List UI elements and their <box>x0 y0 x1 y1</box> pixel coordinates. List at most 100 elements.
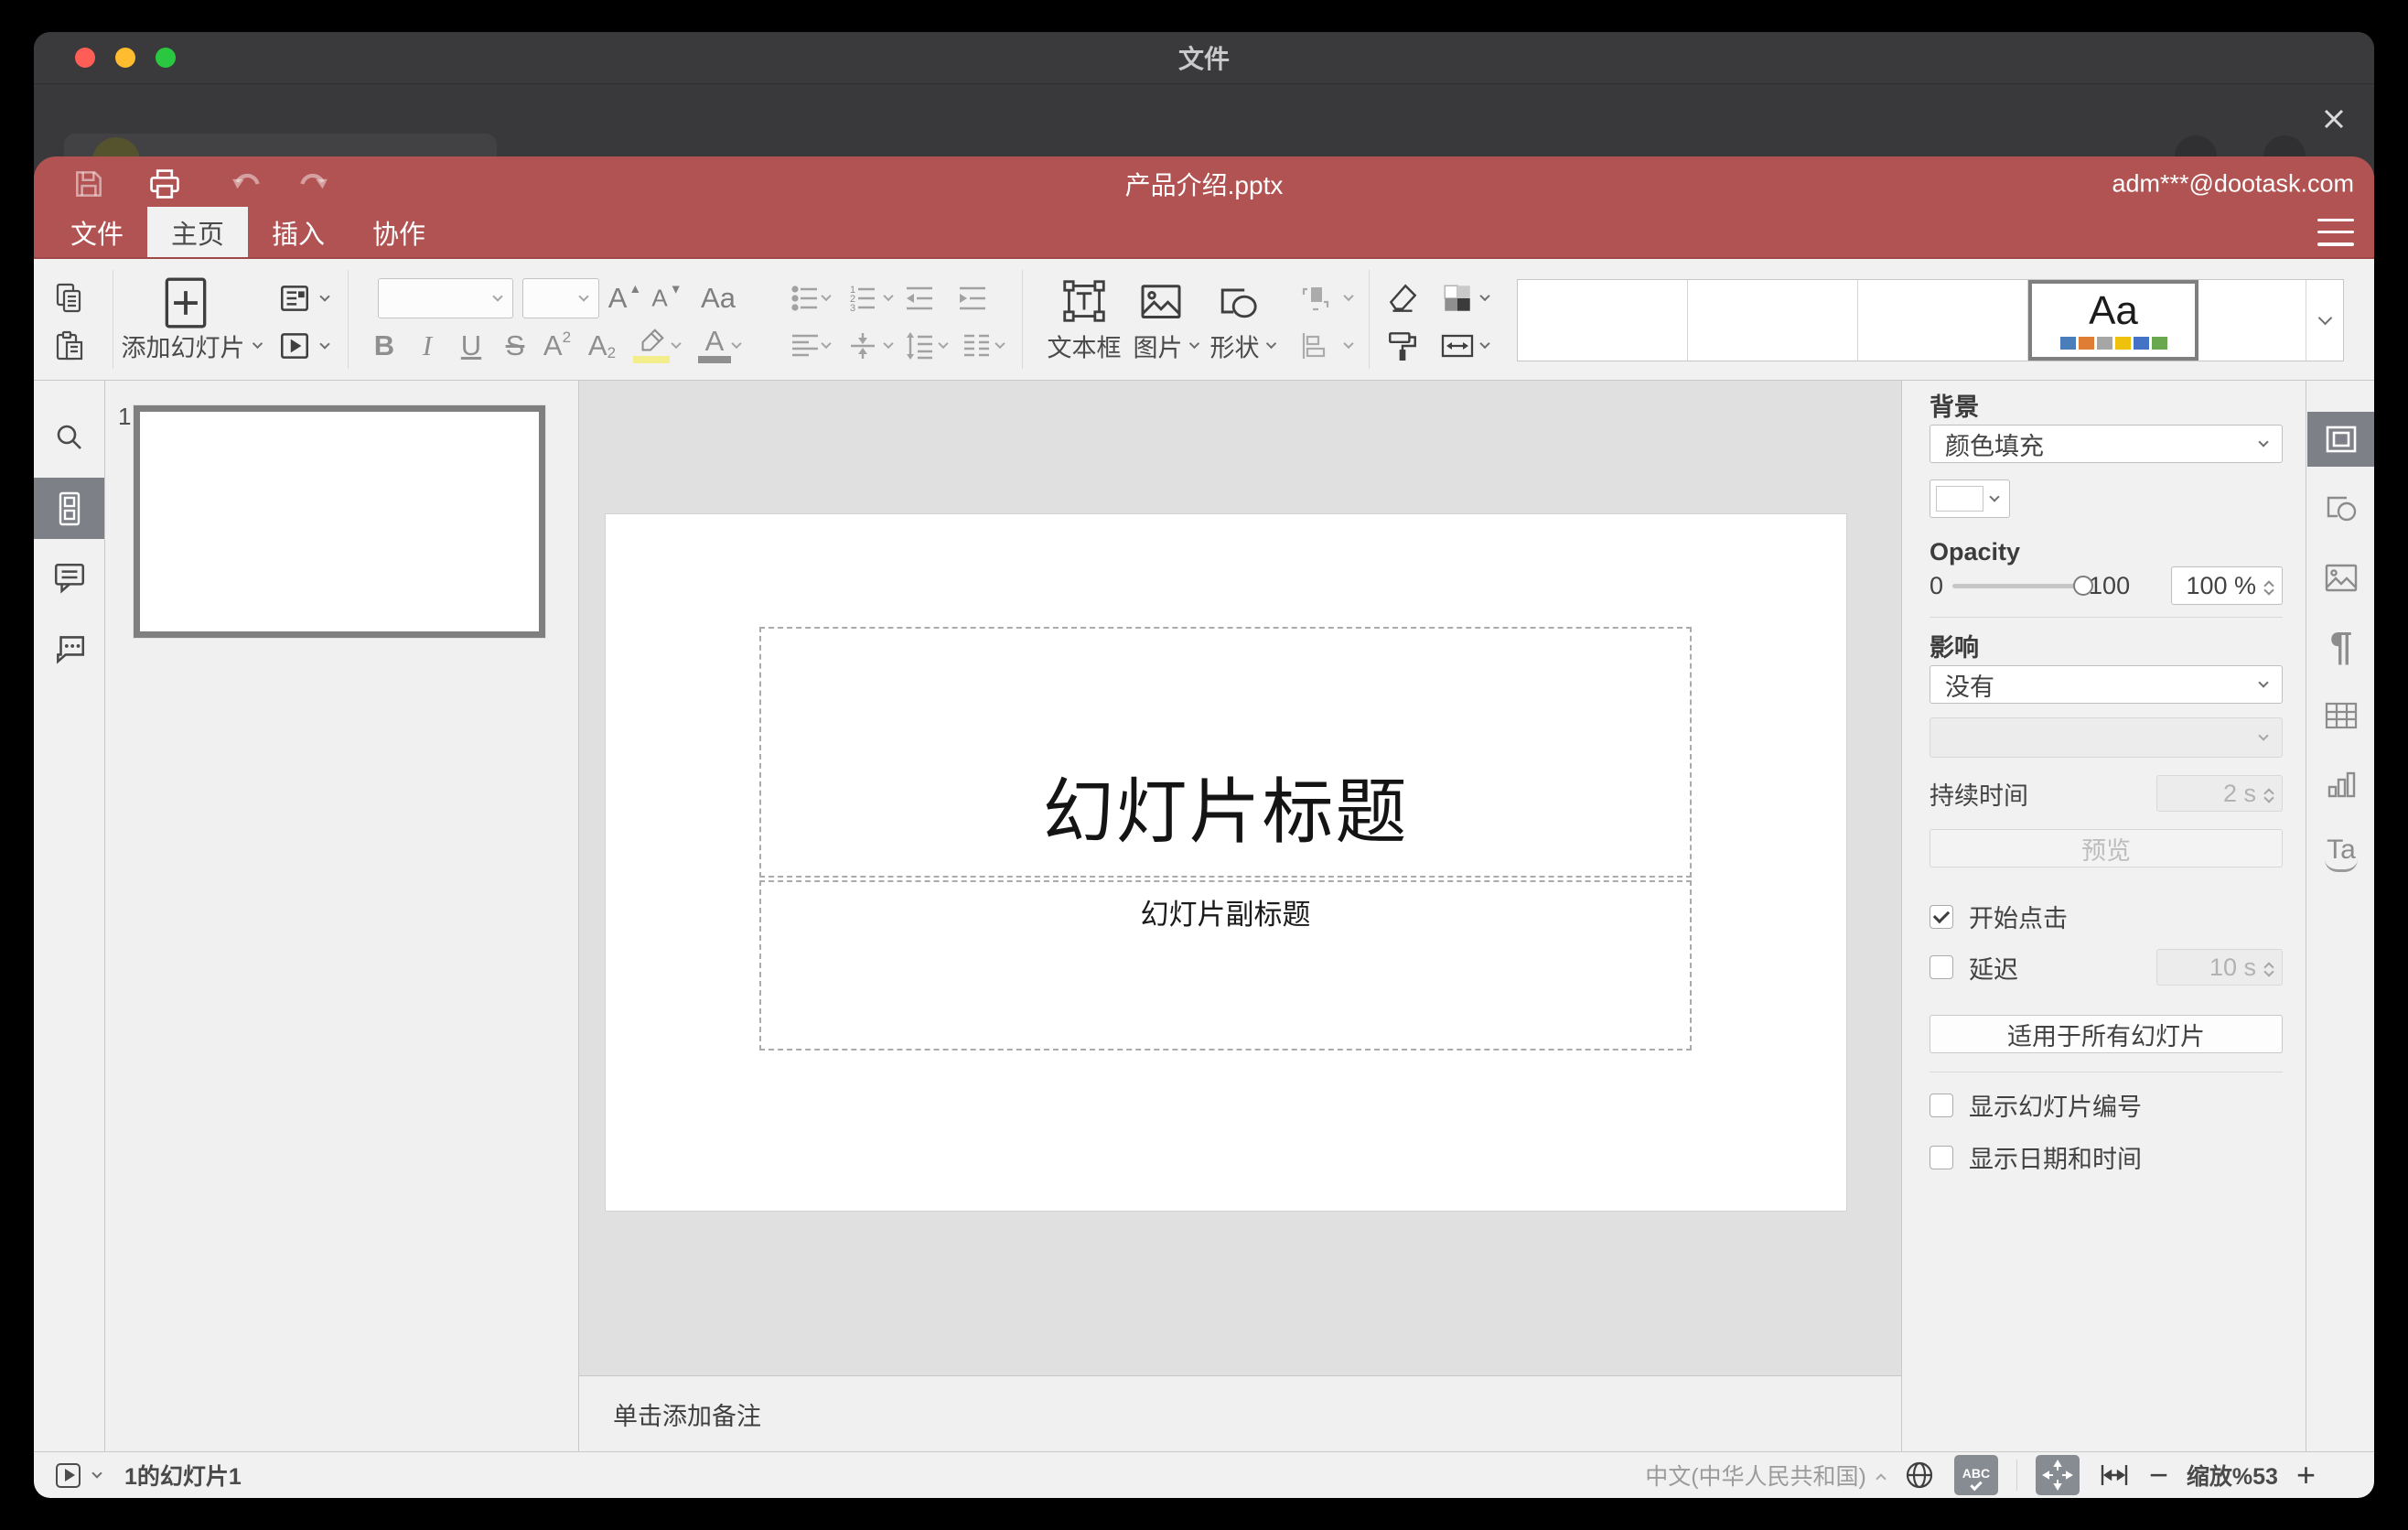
zoom-out-button[interactable]: − <box>2149 1459 2168 1492</box>
theme-option-selected[interactable]: Aa <box>2028 280 2198 361</box>
chevron-down-icon[interactable] <box>91 1467 102 1479</box>
numbered-list-button[interactable]: 123 <box>846 282 879 315</box>
minimize-traffic-light[interactable] <box>115 48 135 68</box>
underline-button[interactable]: U <box>461 329 481 362</box>
image-settings-button[interactable] <box>2307 550 2374 605</box>
slide-layout-button[interactable] <box>277 281 330 316</box>
strikethrough-button[interactable]: S <box>506 329 525 362</box>
spellcheck-button[interactable]: ABC <box>1953 1455 1998 1495</box>
paragraph-settings-button[interactable]: ¶ <box>2307 620 2374 674</box>
bullet-list-button[interactable] <box>789 282 822 315</box>
italic-button[interactable]: I <box>423 329 432 362</box>
horizontal-align-button[interactable] <box>789 329 822 362</box>
copy-button[interactable] <box>53 282 86 315</box>
chart-settings-button[interactable] <box>2307 758 2374 813</box>
highlight-color-menu[interactable] <box>671 338 682 350</box>
vertical-align-menu[interactable] <box>883 338 894 350</box>
sidebar-chat-button[interactable] <box>34 619 104 675</box>
language-selector[interactable]: 中文(中华人民共和国) <box>1645 1459 1887 1492</box>
tab-collaboration[interactable]: 协作 <box>349 207 449 257</box>
show-slide-number-checkbox[interactable] <box>1930 1093 1953 1117</box>
slide-editing-area[interactable]: 幻灯片标题 幻灯片副标题 <box>606 514 1846 1211</box>
add-slide-button[interactable] <box>162 275 210 331</box>
arrange-objects-menu[interactable] <box>1343 290 1354 302</box>
print-button[interactable] <box>143 164 187 204</box>
theme-option[interactable] <box>1858 280 2028 361</box>
title-placeholder[interactable]: 幻灯片标题 <box>759 627 1692 878</box>
font-color-menu[interactable] <box>731 338 742 350</box>
theme-option[interactable] <box>1518 280 1688 361</box>
increase-indent-button[interactable] <box>956 282 989 315</box>
background-color-picker[interactable] <box>1930 479 2010 518</box>
increase-font-button[interactable]: A ▲ <box>608 281 642 315</box>
close-traffic-light[interactable] <box>75 48 95 68</box>
start-slideshow-status-button[interactable] <box>56 1462 81 1488</box>
subscript-button[interactable]: A2 <box>588 329 616 362</box>
insert-shape-button[interactable] <box>1216 279 1260 323</box>
start-slideshow-button[interactable] <box>277 329 330 363</box>
spinner-arrows[interactable] <box>2263 577 2274 596</box>
theme-gallery-expand-button[interactable] <box>2306 280 2343 361</box>
superscript-button[interactable]: A2 <box>543 329 571 362</box>
line-spacing-button[interactable] <box>903 329 936 362</box>
line-spacing-menu[interactable] <box>938 338 949 350</box>
horizontal-align-menu[interactable] <box>821 338 832 350</box>
background-fill-select[interactable]: 颜色填充 <box>1930 425 2283 463</box>
align-objects-button[interactable] <box>1298 329 1331 362</box>
bullet-list-menu[interactable] <box>821 290 832 302</box>
clear-style-button[interactable] <box>1385 281 1420 316</box>
paste-button[interactable] <box>53 329 86 362</box>
shape-label[interactable]: 形状 <box>1210 329 1277 364</box>
transition-effect-select[interactable]: 没有 <box>1930 665 2283 704</box>
bold-button[interactable]: B <box>374 329 394 362</box>
set-language-button[interactable] <box>1903 1459 1936 1492</box>
textbox-label[interactable]: 文本框 <box>1048 329 1122 364</box>
color-scheme-menu[interactable] <box>1479 290 1490 302</box>
slider-thumb-icon[interactable] <box>2073 575 2094 596</box>
sidebar-comments-button[interactable] <box>34 549 104 606</box>
change-case-button[interactable]: Aa <box>701 282 736 315</box>
numbered-list-menu[interactable] <box>883 290 894 302</box>
start-on-click-checkbox[interactable] <box>1930 904 1953 929</box>
insert-image-button[interactable] <box>1138 280 1184 322</box>
apply-to-all-button[interactable]: 适用于所有幻灯片 <box>1930 1015 2283 1053</box>
image-label[interactable]: 图片 <box>1134 329 1200 364</box>
opacity-value-spinner[interactable]: 100 % <box>2171 566 2283 605</box>
fit-to-slide-button[interactable] <box>2035 1455 2080 1495</box>
slide-settings-button[interactable] <box>2307 412 2374 467</box>
subtitle-placeholder[interactable]: 幻灯片副标题 <box>759 880 1692 1051</box>
sidebar-slides-button[interactable] <box>34 478 104 539</box>
redo-button[interactable] <box>291 164 335 204</box>
align-objects-menu[interactable] <box>1343 338 1354 350</box>
maximize-traffic-light[interactable] <box>156 48 176 68</box>
tab-file[interactable]: 文件 <box>47 207 147 257</box>
insert-textbox-button[interactable] <box>1060 277 1108 325</box>
delay-checkbox[interactable] <box>1930 955 1953 979</box>
show-date-time-checkbox[interactable] <box>1930 1145 1953 1169</box>
textart-settings-button[interactable]: Ta <box>2307 825 2374 880</box>
slide-size-menu[interactable] <box>1479 338 1490 350</box>
theme-option[interactable] <box>1688 280 1858 361</box>
highlight-color-button[interactable] <box>636 326 667 357</box>
opacity-slider[interactable] <box>1952 575 2094 596</box>
font-size-select[interactable] <box>522 278 599 318</box>
columns-menu[interactable] <box>994 338 1005 350</box>
zoom-in-button[interactable]: + <box>2296 1459 2316 1492</box>
sidebar-search-button[interactable] <box>34 409 104 466</box>
color-scheme-button[interactable] <box>1440 281 1475 316</box>
slide-size-button[interactable] <box>1439 329 1476 362</box>
table-settings-button[interactable] <box>2307 688 2374 743</box>
copy-style-button[interactable] <box>1385 329 1420 363</box>
arrange-objects-button[interactable] <box>1298 282 1331 315</box>
slide-canvas[interactable]: 幻灯片标题 幻灯片副标题 <box>579 381 1901 1375</box>
add-slide-label[interactable]: 添加幻灯片 <box>122 329 263 364</box>
theme-option[interactable] <box>2198 280 2306 361</box>
shape-settings-button[interactable] <box>2307 479 2374 534</box>
decrease-font-button[interactable]: A ▼ <box>651 281 682 313</box>
slide-thumbnail[interactable] <box>133 404 546 639</box>
columns-button[interactable] <box>960 329 993 362</box>
notes-area[interactable]: 单击添加备注 <box>579 1375 1901 1451</box>
font-color-button[interactable]: A <box>705 325 725 358</box>
fit-to-width-button[interactable] <box>2098 1459 2131 1492</box>
undo-button[interactable] <box>225 164 269 204</box>
